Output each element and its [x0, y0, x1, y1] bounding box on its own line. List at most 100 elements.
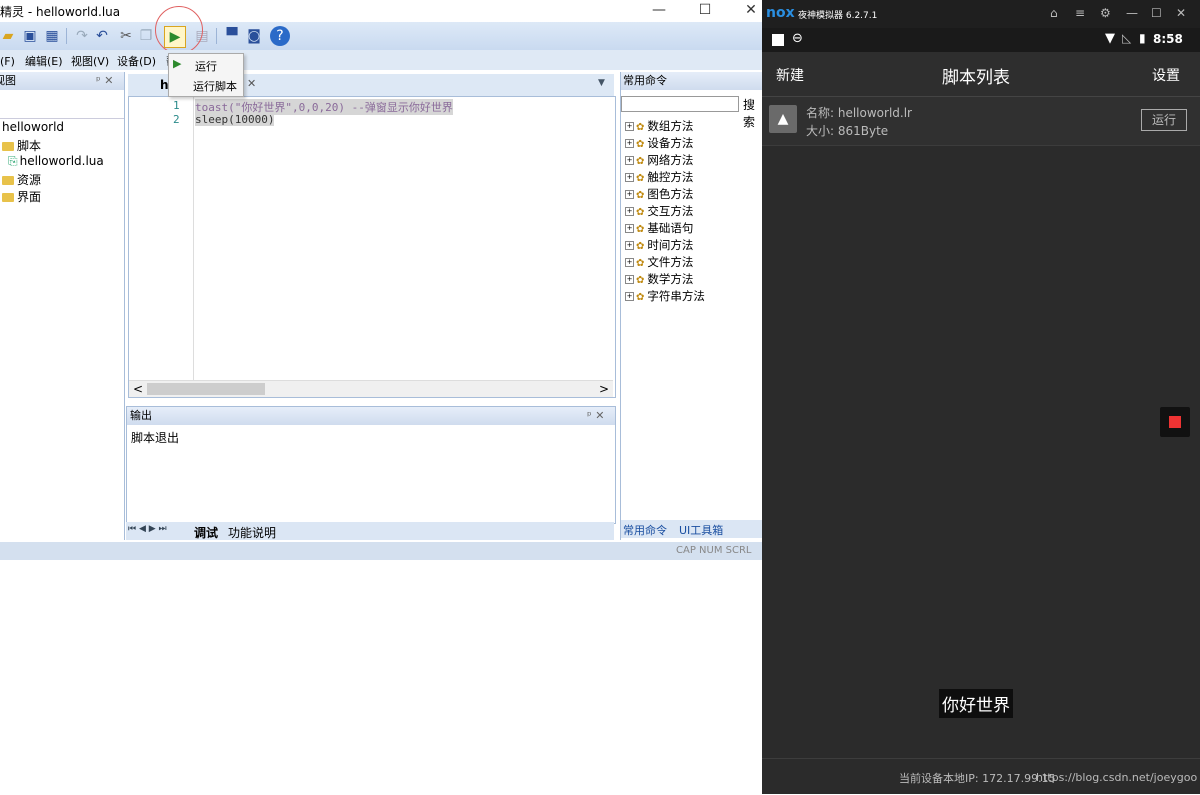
method-icon: ✿: [636, 156, 645, 167]
folder-icon: [2, 193, 14, 202]
editor-tab-close[interactable]: ✕: [247, 77, 256, 90]
status-time: 8:58: [1153, 32, 1183, 46]
expand-icon: +: [625, 224, 634, 233]
command-item[interactable]: + ✿ 网络方法: [625, 152, 693, 168]
home-icon[interactable]: ⌂: [1050, 6, 1058, 20]
open-folder-icon[interactable]: ▰: [0, 26, 18, 46]
output-text: 脚本退出: [131, 431, 180, 445]
tab-ui-toolbox[interactable]: UI工具箱: [679, 522, 723, 538]
editor-horizontal-scrollbar[interactable]: < >: [129, 380, 613, 397]
url-watermark: https://blog.csdn.net/joeygoo: [1036, 771, 1198, 784]
emulator-titlebar: nox 夜神模拟器 6.2.7.1 ⌂ ≡ ⚙ — ☐ ✕: [762, 0, 1200, 28]
run-menu-item[interactable]: ▶ 运行: [171, 56, 241, 74]
output-pin-close[interactable]: ᵖ ✕: [587, 407, 604, 425]
nox-logo: nox: [766, 5, 795, 21]
command-item[interactable]: + ✿ 数组方法: [625, 118, 693, 134]
camera-icon[interactable]: ◙: [244, 26, 264, 46]
emulator-title: 夜神模拟器 6.2.7.1: [798, 11, 878, 21]
command-item[interactable]: + ✿ 文件方法: [625, 254, 693, 270]
close-icon[interactable]: ✕: [1176, 6, 1186, 20]
commands-bottom-tabs: 常用命令 UI工具箱: [621, 520, 763, 538]
command-label: 图色方法: [647, 187, 694, 201]
commands-search-input[interactable]: [621, 96, 739, 112]
new-script-button[interactable]: 新建: [776, 65, 804, 85]
menu-device[interactable]: 设备(D): [117, 53, 156, 69]
script-list-item[interactable]: ▲ 名称: helloworld.lr 大小: 861Byte 运行: [762, 97, 1200, 146]
method-icon: ✿: [636, 275, 645, 286]
command-item[interactable]: + ✿ 基础语句: [625, 220, 693, 236]
run-menu-icon: ▶: [173, 57, 182, 70]
command-label: 字符串方法: [647, 289, 705, 303]
run-script-button[interactable]: 运行: [1141, 109, 1187, 131]
tab-debug[interactable]: 调试: [194, 524, 218, 541]
command-label: 数学方法: [647, 272, 694, 286]
expand-icon: +: [625, 258, 634, 267]
save-all-icon[interactable]: ▦: [42, 26, 62, 46]
menu-file[interactable]: 文件(F): [0, 53, 15, 69]
menu-icon[interactable]: ≡: [1075, 6, 1085, 20]
command-item[interactable]: + ✿ 触控方法: [625, 169, 693, 185]
android-icon: ▲: [769, 105, 797, 133]
save-icon[interactable]: ▣: [20, 26, 40, 46]
app-title: 脚本列表: [942, 68, 1010, 88]
command-label: 触控方法: [647, 170, 694, 184]
command-label: 基础语句: [647, 221, 694, 235]
method-icon: ✿: [636, 190, 645, 201]
command-item[interactable]: + ✿ 图色方法: [625, 186, 693, 202]
tab-nav-buttons[interactable]: ⏮ ◀ ▶ ⏭: [128, 524, 167, 534]
tree-item-resources[interactable]: 资源: [2, 171, 41, 188]
tree-item-scripts[interactable]: 脚本: [2, 137, 41, 154]
copy-icon[interactable]: ❐: [136, 26, 156, 46]
method-icon: ✿: [636, 207, 645, 218]
tree-root[interactable]: helloworld: [2, 120, 64, 134]
project-panel-pin-close[interactable]: ᵖ ✕: [96, 72, 113, 90]
settings-icon[interactable]: ⚙: [1100, 6, 1111, 20]
scroll-thumb[interactable]: [147, 383, 265, 395]
menu-view[interactable]: 视图(V): [71, 53, 109, 69]
tab-common-commands[interactable]: 常用命令: [623, 522, 667, 538]
sync-icon: ⊖: [792, 31, 803, 46]
maximize-button[interactable]: ☐: [682, 0, 728, 22]
commands-search-button[interactable]: 搜索: [743, 96, 763, 130]
scroll-right-icon[interactable]: >: [599, 382, 609, 396]
run-script-menu-item[interactable]: 运行脚本: [171, 76, 241, 94]
expand-icon: +: [625, 292, 634, 301]
line-number: 1: [173, 99, 180, 112]
project-panel-header: 视图 ᵖ ✕: [0, 72, 124, 90]
help-icon[interactable]: ?: [270, 26, 290, 46]
menu-edit[interactable]: 编辑(E): [25, 53, 63, 69]
code-line: 2 sleep(10000): [129, 113, 615, 127]
tab-function-doc[interactable]: 功能说明: [228, 524, 276, 541]
scroll-left-icon[interactable]: <: [133, 382, 143, 396]
editor-tab-dropdown[interactable]: ▼: [598, 78, 605, 88]
tree-item-ui[interactable]: 界面: [2, 188, 41, 205]
command-label: 数组方法: [647, 119, 694, 133]
command-item[interactable]: + ✿ 交互方法: [625, 203, 693, 219]
cut-icon[interactable]: ✂: [116, 26, 136, 46]
method-icon: ✿: [636, 139, 645, 150]
command-label: 交互方法: [647, 204, 694, 218]
minimize-icon[interactable]: —: [1126, 6, 1138, 20]
maximize-icon[interactable]: ☐: [1151, 6, 1162, 20]
undo-icon[interactable]: ↶: [92, 26, 112, 46]
run-dropdown-menu: ▶ 运行 运行脚本: [168, 53, 244, 97]
script-name: 名称: helloworld.lr: [806, 106, 912, 120]
command-label: 文件方法: [647, 255, 694, 269]
command-item[interactable]: + ✿ 数学方法: [625, 271, 693, 287]
minimize-button[interactable]: —: [636, 0, 682, 22]
code-editor[interactable]: 1 toast("你好世界",0,0,20) --弹窗显示你好世界 2 slee…: [128, 96, 616, 398]
floating-stop-button[interactable]: [1160, 407, 1190, 437]
ide-toolbar: ▰ ▣ ▦ ↷ ↶ ✂ ❐ ▶ ▤ ▀ ◙ ?: [0, 6, 762, 54]
tree-item-file[interactable]: ⎘ helloworld.lua: [8, 154, 104, 169]
tree-root-label: helloworld: [2, 120, 65, 134]
redo-icon[interactable]: ↷: [72, 26, 92, 46]
settings-button[interactable]: 设置: [1152, 65, 1180, 85]
command-item[interactable]: + ✿ 时间方法: [625, 237, 693, 253]
toolbar-separator: [66, 28, 67, 44]
device-icon[interactable]: ▀: [222, 26, 242, 46]
method-icon: ✿: [636, 122, 645, 133]
stop-icon: [1169, 416, 1181, 428]
command-item[interactable]: + ✿ 字符串方法: [625, 288, 705, 304]
command-item[interactable]: + ✿ 设备方法: [625, 135, 693, 151]
project-panel-toolbar: [0, 92, 124, 119]
